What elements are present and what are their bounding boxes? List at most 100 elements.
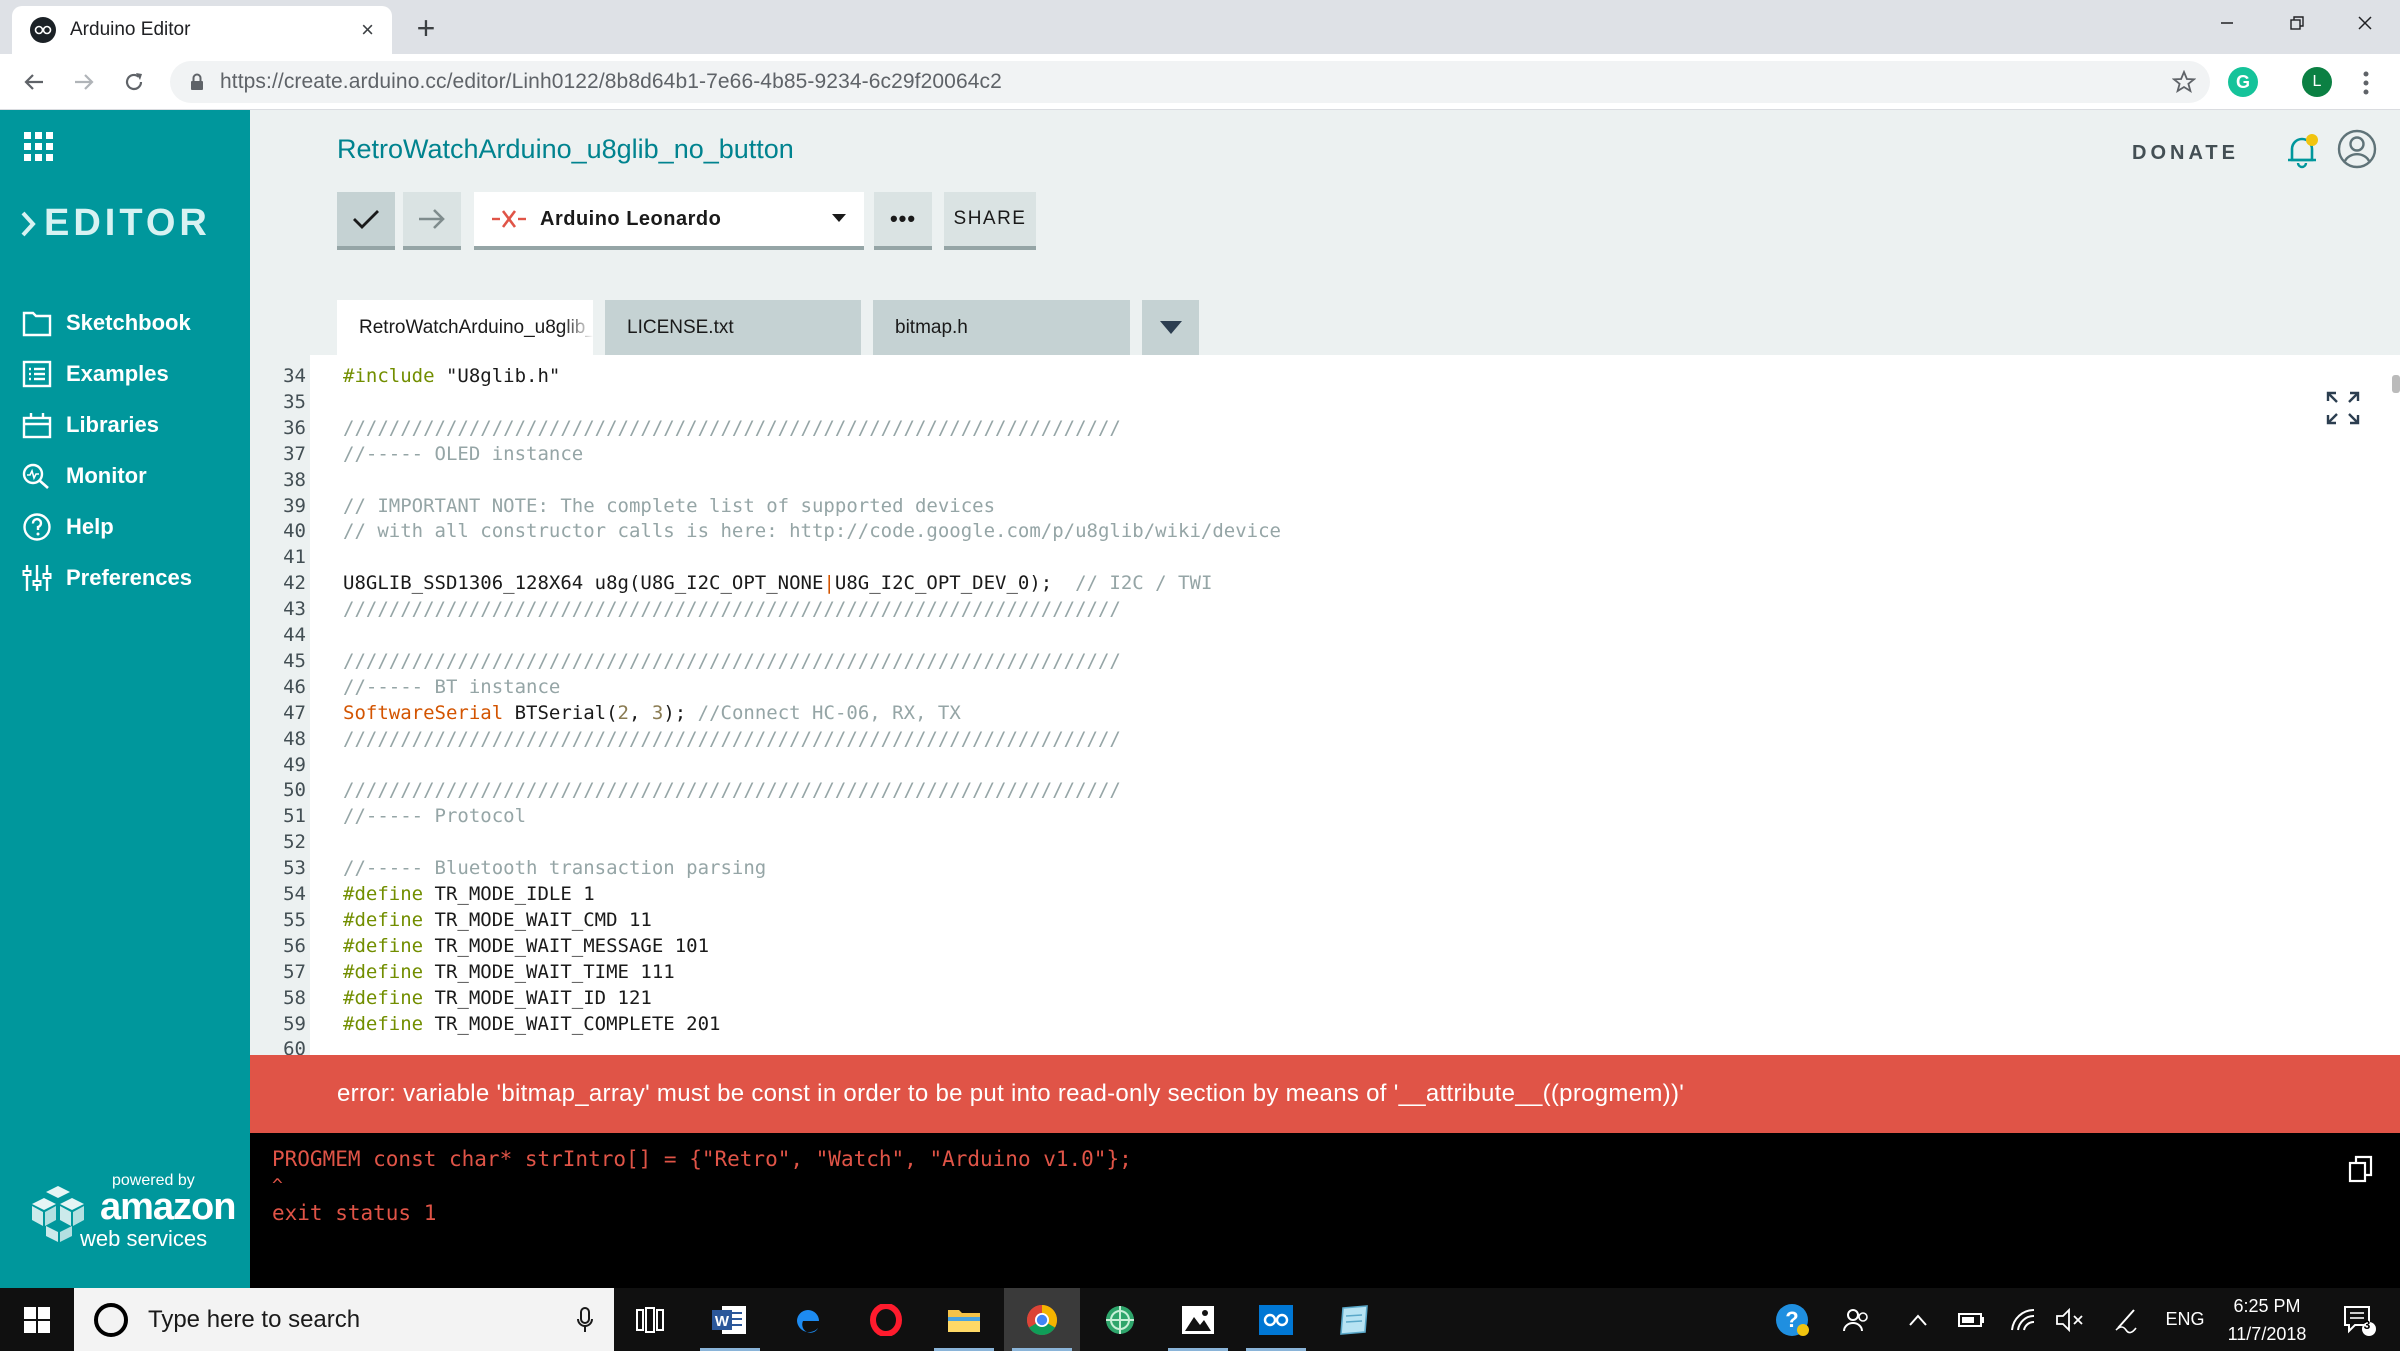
browser-menu-icon[interactable] <box>2358 66 2374 100</box>
code-line[interactable]: 47 SoftwareSerial BTSerial(2, 3); //Conne… <box>250 699 2350 726</box>
bookmark-star-icon[interactable] <box>2172 70 2196 94</box>
profile-avatar[interactable]: L <box>2302 67 2332 97</box>
language-indicator[interactable]: ENG <box>2160 1288 2210 1351</box>
address-bar[interactable]: https://create.arduino.cc/editor/Linh012… <box>170 61 2210 103</box>
clock-date: 11/7/2018 <box>2227 1324 2307 1344</box>
board-selector[interactable]: Arduino Leonardo <box>474 192 864 250</box>
code-line[interactable]: 38 <box>250 466 2350 493</box>
code-line[interactable]: 48 //////////////////////////////////////… <box>250 725 2350 752</box>
line-number: 57 <box>250 958 310 985</box>
help-icon <box>20 510 54 544</box>
windows-taskbar: Type here to search W ? ENG 6:25 PM 11/7… <box>0 1288 2400 1351</box>
code-line[interactable]: 34 #include "U8glib.h" <box>250 363 2350 389</box>
microphone-icon[interactable] <box>576 1306 594 1334</box>
globe-app-icon[interactable] <box>1082 1288 1158 1351</box>
code-line[interactable]: 43 //////////////////////////////////////… <box>250 596 2350 623</box>
file-tab-main[interactable]: RetroWatchArduino_u8glib_no_button.ino <box>337 300 593 355</box>
help-tray-icon[interactable]: ? <box>1770 1288 1814 1351</box>
arduino-app-icon[interactable] <box>1238 1288 1314 1351</box>
editor-scrollbar-thumb[interactable] <box>2392 375 2400 393</box>
file-tabs-menu-button[interactable] <box>1142 300 1199 355</box>
start-button[interactable] <box>0 1288 74 1351</box>
code-line[interactable]: 55 #define TR_MODE_WAIT_CMD 11 <box>250 906 2350 933</box>
code-line[interactable]: 52 <box>250 829 2350 856</box>
chrome-browser-icon[interactable] <box>1004 1288 1080 1351</box>
code-line[interactable]: 58 #define TR_MODE_WAIT_ID 121 <box>250 984 2350 1011</box>
sidebar-item-libraries[interactable]: Libraries <box>20 405 159 445</box>
copy-icon[interactable] <box>2348 1155 2374 1183</box>
sidebar-item-preferences[interactable]: Preferences <box>20 558 192 598</box>
donate-link[interactable]: DONATE <box>2132 142 2239 165</box>
code-line[interactable]: 39 // IMPORTANT NOTE: The complete list o… <box>250 492 2350 519</box>
sidebar-item-examples[interactable]: Examples <box>20 354 169 394</box>
code-line[interactable]: 49 <box>250 751 2350 778</box>
upload-button[interactable] <box>403 192 461 250</box>
taskbar-search-box[interactable]: Type here to search <box>74 1288 614 1351</box>
account-icon[interactable] <box>2336 128 2378 170</box>
wifi-icon[interactable] <box>2002 1288 2046 1351</box>
notepad-app-icon[interactable] <box>1316 1288 1392 1351</box>
code-line[interactable]: 36 //////////////////////////////////////… <box>250 414 2350 441</box>
sidebar-item-help[interactable]: Help <box>20 507 114 547</box>
file-tab-license[interactable]: LICENSE.txt <box>605 300 861 355</box>
caret-down-icon <box>1159 320 1182 335</box>
pen-icon[interactable] <box>2104 1288 2148 1351</box>
forward-icon[interactable] <box>64 62 104 102</box>
code-line[interactable]: 50 //////////////////////////////////////… <box>250 777 2350 804</box>
browser-tab[interactable]: Arduino Editor × <box>12 6 392 54</box>
taskbar-clock[interactable]: 6:25 PM 11/7/2018 <box>2212 1292 2322 1348</box>
action-center-icon[interactable]: 3 <box>2330 1288 2390 1351</box>
restore-window-icon[interactable] <box>2262 0 2332 46</box>
code-line[interactable]: 56 #define TR_MODE_WAIT_MESSAGE 101 <box>250 932 2350 959</box>
code-line[interactable]: 51 //----- Protocol <box>250 803 2350 830</box>
apps-grid-icon[interactable] <box>24 132 54 162</box>
code-line[interactable]: 44 <box>250 622 2350 648</box>
code-line[interactable]: 37 //----- OLED instance <box>250 440 2350 467</box>
edge-browser-icon[interactable] <box>770 1288 846 1351</box>
reload-icon[interactable] <box>114 62 154 102</box>
verify-button[interactable] <box>337 192 395 250</box>
file-tab-bitmap[interactable]: bitmap.h <box>873 300 1130 355</box>
notification-bell-icon[interactable] <box>2282 130 2322 170</box>
chevron-right-icon <box>20 210 36 238</box>
sidebar-item-sketchbook[interactable]: Sketchbook <box>20 303 191 343</box>
new-tab-button[interactable]: + <box>408 10 444 46</box>
minimize-window-icon[interactable] <box>2192 0 2262 46</box>
code-line[interactable]: 57 #define TR_MODE_WAIT_TIME 111 <box>250 958 2350 985</box>
sidebar-item-monitor[interactable]: Monitor <box>20 456 147 496</box>
code-token: U8GLIB_SSD1306_128X64 u8g(U8G_I2C_OPT_NO… <box>343 572 824 595</box>
code-text: #define TR_MODE_IDLE 1 <box>343 881 595 907</box>
task-view-icon[interactable] <box>612 1288 688 1351</box>
back-icon[interactable] <box>14 62 54 102</box>
code-editor[interactable]: 34 #include "U8glib.h" 35 36 ///////////////… <box>250 355 2400 1055</box>
code-text: //----- BT instance <box>343 674 560 700</box>
code-token: ); <box>663 701 698 724</box>
photos-app-icon[interactable] <box>1160 1288 1236 1351</box>
code-line[interactable]: 59 #define TR_MODE_WAIT_COMPLETE 201 <box>250 1010 2350 1037</box>
code-line[interactable]: 53 //----- Bluetooth transaction parsing <box>250 855 2350 882</box>
file-explorer-icon[interactable] <box>926 1288 1002 1351</box>
output-console[interactable]: PROGMEM const char* strIntro[] = {"Retro… <box>250 1133 2400 1288</box>
chevron-up-icon[interactable] <box>1896 1288 1940 1351</box>
code-line[interactable]: 41 <box>250 544 2350 571</box>
code-line[interactable]: 54 #define TR_MODE_IDLE 1 <box>250 881 2350 907</box>
code-line[interactable]: 42 U8GLIB_SSD1306_128X64 u8g(U8G_I2C_OPT_… <box>250 570 2350 597</box>
volume-muted-icon[interactable] <box>2048 1288 2092 1351</box>
code-line[interactable]: 46 //----- BT instance <box>250 673 2350 700</box>
opera-browser-icon[interactable] <box>848 1288 924 1351</box>
people-icon[interactable] <box>1834 1288 1878 1351</box>
battery-icon[interactable] <box>1950 1288 1994 1351</box>
close-window-icon[interactable] <box>2330 0 2400 46</box>
code-line[interactable]: 45 //////////////////////////////////////… <box>250 647 2350 674</box>
grammarly-extension-icon[interactable]: G <box>2228 67 2258 97</box>
aws-logo: powered by amazon web services <box>28 1172 236 1252</box>
code-token: TR_MODE_WAIT_MESSAGE 101 <box>434 934 710 957</box>
word-app-icon[interactable]: W <box>692 1288 768 1351</box>
sketch-title[interactable]: RetroWatchArduino_u8glib_no_button <box>337 134 794 165</box>
tab-close-icon[interactable]: × <box>361 19 374 41</box>
more-options-button[interactable]: ••• <box>874 192 932 250</box>
code-line[interactable]: 60 <box>250 1036 2350 1055</box>
code-line[interactable]: 40 // with all constructor calls is here:… <box>250 518 2350 545</box>
share-button[interactable]: SHARE <box>944 192 1036 250</box>
code-line[interactable]: 35 <box>250 388 2350 415</box>
